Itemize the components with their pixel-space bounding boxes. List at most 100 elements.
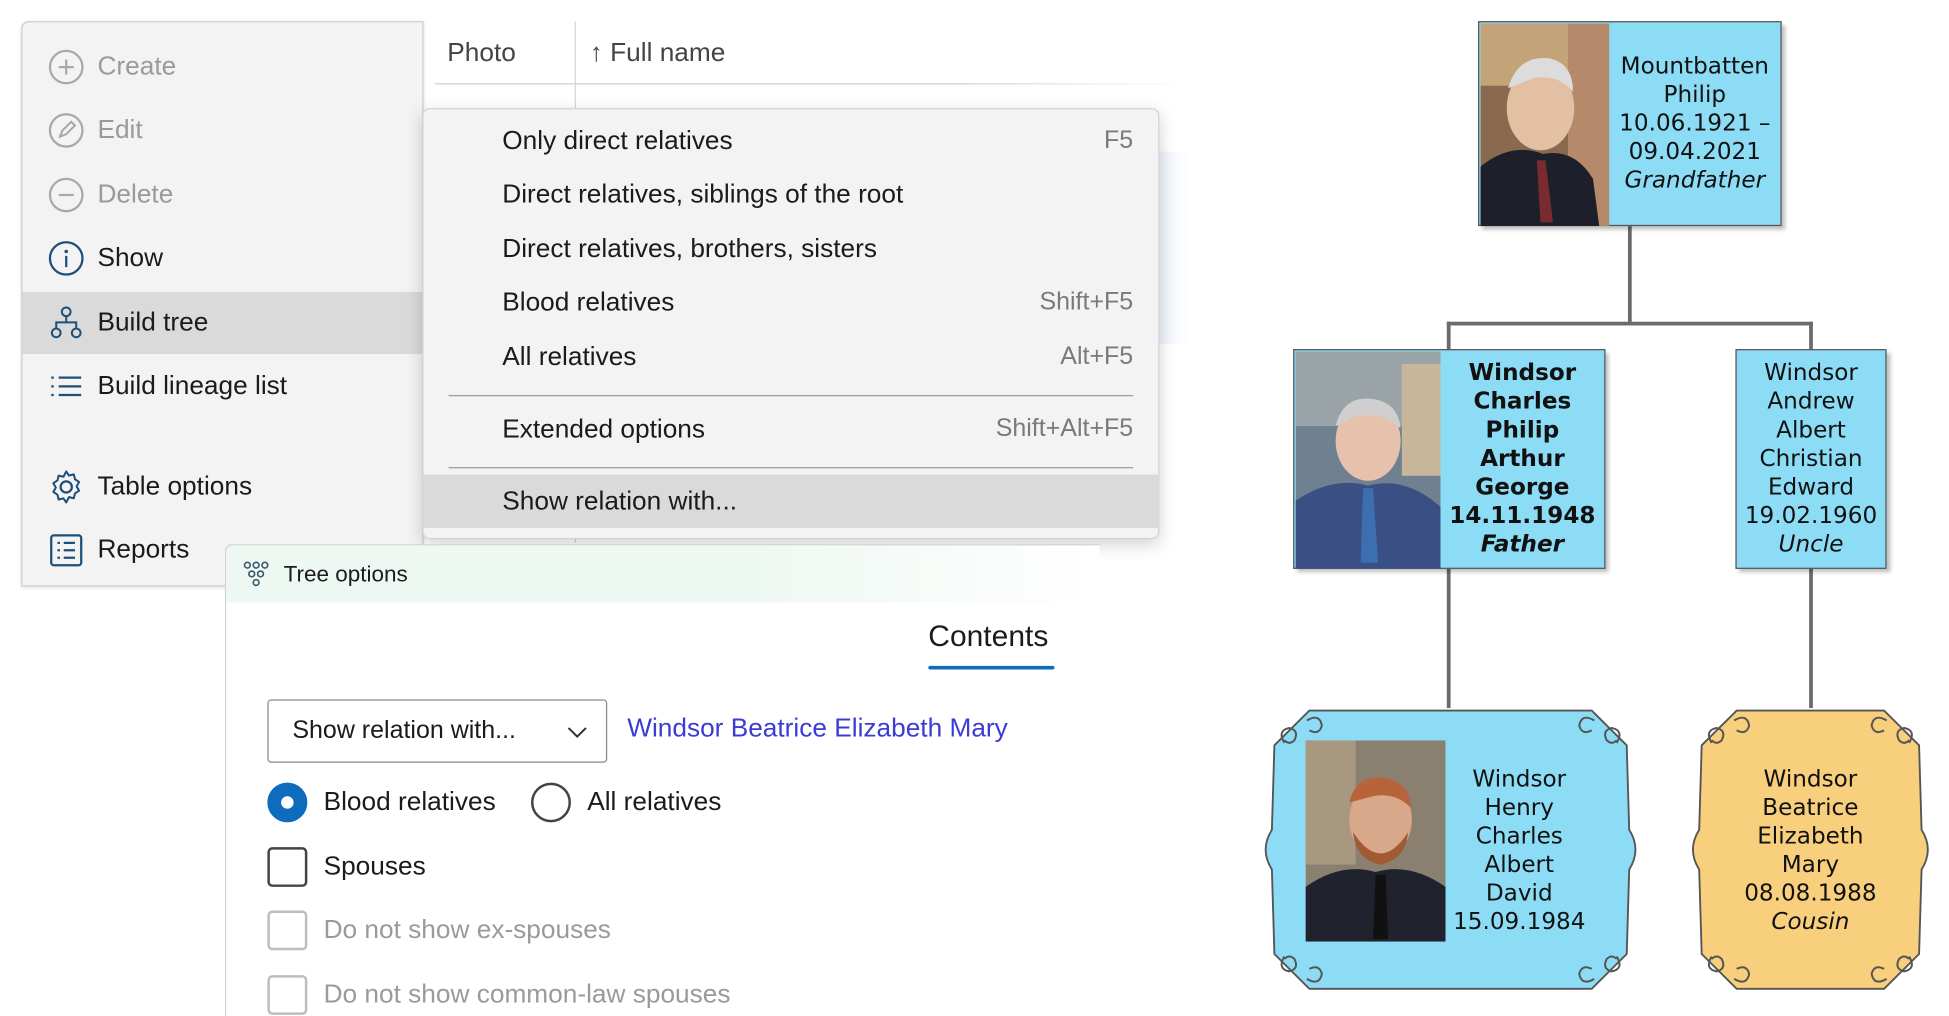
menu-item-shortcut: Shift+Alt+F5 bbox=[995, 414, 1134, 443]
tab-contents[interactable]: Contents bbox=[928, 620, 1048, 655]
list-icon bbox=[51, 376, 82, 397]
show-button[interactable]: Show bbox=[22, 227, 422, 289]
tree-connector bbox=[1446, 321, 1813, 326]
build-lineage-list-button[interactable]: Build lineage list bbox=[22, 355, 422, 417]
person-name-line: Henry bbox=[1484, 795, 1554, 822]
tree-options-dialog: Tree options Contents Show relation with… bbox=[224, 544, 1100, 1016]
edit-button[interactable]: Edit bbox=[22, 99, 422, 161]
table-options-label: Table options bbox=[97, 472, 253, 501]
chevron-down-icon bbox=[567, 726, 587, 738]
all-relatives-radio[interactable] bbox=[530, 782, 571, 823]
spouses-checkbox[interactable] bbox=[267, 847, 308, 887]
create-button[interactable]: Create bbox=[22, 36, 422, 98]
person-dates: 08.08.1988 bbox=[1744, 880, 1877, 907]
no-ex-spouses-label: Do not show ex-spouses bbox=[323, 915, 611, 945]
relation-mode-value: Show relation with... bbox=[292, 716, 516, 745]
menu-item-extended-options[interactable]: Extended options Shift+Alt+F5 bbox=[424, 402, 1159, 455]
table-options-button[interactable]: Table options bbox=[22, 456, 422, 518]
person-photo bbox=[1295, 351, 1441, 569]
no-common-law-spouses-checkbox[interactable] bbox=[267, 975, 308, 1015]
person-card-self[interactable]: Windsor Henry Charles Albert David 15.09… bbox=[1259, 706, 1641, 994]
gear-icon bbox=[52, 470, 81, 504]
person-text: Windsor Andrew Albert Christian Edward 1… bbox=[1737, 350, 1886, 567]
person-photo bbox=[1480, 23, 1610, 227]
person-role: Father bbox=[1480, 531, 1565, 558]
person-name-line: Arthur bbox=[1480, 445, 1565, 473]
dialog-title-bar: Tree options bbox=[226, 545, 1100, 603]
person-photo bbox=[1305, 740, 1446, 942]
show-label: Show bbox=[97, 243, 164, 273]
tree-connector bbox=[1809, 568, 1813, 709]
person-name-line: Albert bbox=[1776, 417, 1846, 444]
person-name-line: Elizabeth bbox=[1757, 823, 1864, 850]
person-name-line: Albert bbox=[1484, 852, 1555, 879]
menu-separator bbox=[448, 467, 1134, 469]
person-name-line: Philip bbox=[1663, 81, 1727, 109]
menu-item-only-direct-relatives[interactable]: Only direct relatives F5 bbox=[424, 114, 1159, 167]
person-text: Mountbatten Philip 10.06.1921 – 09.04.20… bbox=[1608, 22, 1782, 224]
person-text: Windsor Charles Philip Arthur George 14.… bbox=[1439, 350, 1605, 567]
person-name-line: Mountbatten bbox=[1620, 53, 1769, 80]
person-card-grandfather[interactable]: Mountbatten Philip 10.06.1921 – 09.04.20… bbox=[1478, 21, 1782, 227]
spouses-label: Spouses bbox=[323, 852, 426, 881]
header-divider bbox=[434, 83, 1190, 85]
menu-item-label: Direct relatives, brothers, sisters bbox=[502, 234, 877, 263]
menu-item-label: Only direct relatives bbox=[502, 126, 733, 155]
person-dates: 10.06.1921 – bbox=[1619, 110, 1771, 137]
menu-item-shortcut: Alt+F5 bbox=[1060, 342, 1134, 371]
no-ex-spouses-checkbox[interactable] bbox=[267, 910, 308, 951]
person-name-line: Mary bbox=[1781, 852, 1840, 879]
column-header-photo[interactable]: Photo bbox=[447, 39, 516, 69]
person-card-uncle[interactable]: Windsor Andrew Albert Christian Edward 1… bbox=[1735, 349, 1887, 569]
tree-options-icon bbox=[243, 561, 269, 587]
person-name-line: Windsor bbox=[1468, 360, 1577, 387]
menu-item-show-relation-with[interactable]: Show relation with... bbox=[423, 474, 1159, 528]
person-name-line: Edward bbox=[1767, 474, 1855, 501]
delete-button[interactable]: Delete bbox=[22, 164, 422, 226]
build-tree-label: Build tree bbox=[97, 308, 209, 337]
person-name-line: Beatrice bbox=[1762, 795, 1859, 822]
person-name-line: George bbox=[1475, 474, 1570, 501]
edit-label: Edit bbox=[97, 115, 143, 145]
relation-mode-select[interactable]: Show relation with... bbox=[267, 699, 608, 763]
create-label: Create bbox=[97, 52, 177, 81]
person-dates: 15.09.1984 bbox=[1453, 909, 1586, 936]
minus-circle-icon bbox=[48, 177, 84, 213]
menu-item-blood-relatives[interactable]: Blood relatives Shift+F5 bbox=[424, 276, 1159, 329]
menu-item-label: Blood relatives bbox=[502, 287, 675, 317]
person-name-line: Windsor bbox=[1472, 766, 1567, 793]
blood-relatives-radio[interactable] bbox=[267, 782, 308, 823]
column-header-full-name[interactable]: ↑ Full name bbox=[590, 39, 726, 69]
tree-connector bbox=[1446, 321, 1451, 350]
plus-circle-icon bbox=[48, 49, 84, 85]
person-text: Windsor Beatrice Elizabeth Mary 08.08.19… bbox=[1712, 740, 1909, 961]
info-circle-icon bbox=[48, 241, 84, 276]
build-tree-button[interactable]: Build tree bbox=[22, 291, 423, 355]
person-text: Windsor Henry Charles Albert David 15.09… bbox=[1448, 740, 1590, 961]
menu-separator bbox=[448, 395, 1134, 397]
person-card-cousin[interactable]: Windsor Beatrice Elizabeth Mary 08.08.19… bbox=[1687, 706, 1934, 994]
pencil-circle-icon bbox=[48, 113, 84, 148]
tree-connector bbox=[1446, 568, 1451, 709]
delete-label: Delete bbox=[97, 180, 174, 209]
tree-connector bbox=[1809, 321, 1813, 350]
build-tree-menu: Only direct relatives F5 Direct relative… bbox=[422, 108, 1160, 540]
menu-item-label: Show relation with... bbox=[502, 486, 738, 515]
person-name-line: Philip bbox=[1485, 417, 1560, 444]
person-name-line: Andrew bbox=[1767, 388, 1855, 415]
person-role: Uncle bbox=[1778, 531, 1844, 558]
person-name-line: Christian bbox=[1759, 445, 1863, 473]
menu-item-shortcut: F5 bbox=[1104, 126, 1134, 155]
menu-item-direct-relatives-brothers-sisters[interactable]: Direct relatives, brothers, sisters bbox=[424, 222, 1159, 275]
person-role: Cousin bbox=[1771, 909, 1850, 936]
build-lineage-list-label: Build lineage list bbox=[97, 371, 288, 400]
menu-item-direct-relatives-siblings-root[interactable]: Direct relatives, siblings of the root bbox=[424, 168, 1159, 221]
blood-relatives-label: Blood relatives bbox=[323, 787, 496, 817]
person-name-line: Charles bbox=[1473, 388, 1572, 415]
menu-item-shortcut: Shift+F5 bbox=[1039, 288, 1134, 316]
tree-icon bbox=[50, 306, 82, 339]
menu-item-label: All relatives bbox=[502, 342, 637, 371]
person-card-father[interactable]: Windsor Charles Philip Arthur George 14.… bbox=[1293, 349, 1606, 569]
menu-item-all-relatives[interactable]: All relatives Alt+F5 bbox=[424, 330, 1159, 383]
target-person-link[interactable]: Windsor Beatrice Elizabeth Mary bbox=[627, 714, 1008, 744]
